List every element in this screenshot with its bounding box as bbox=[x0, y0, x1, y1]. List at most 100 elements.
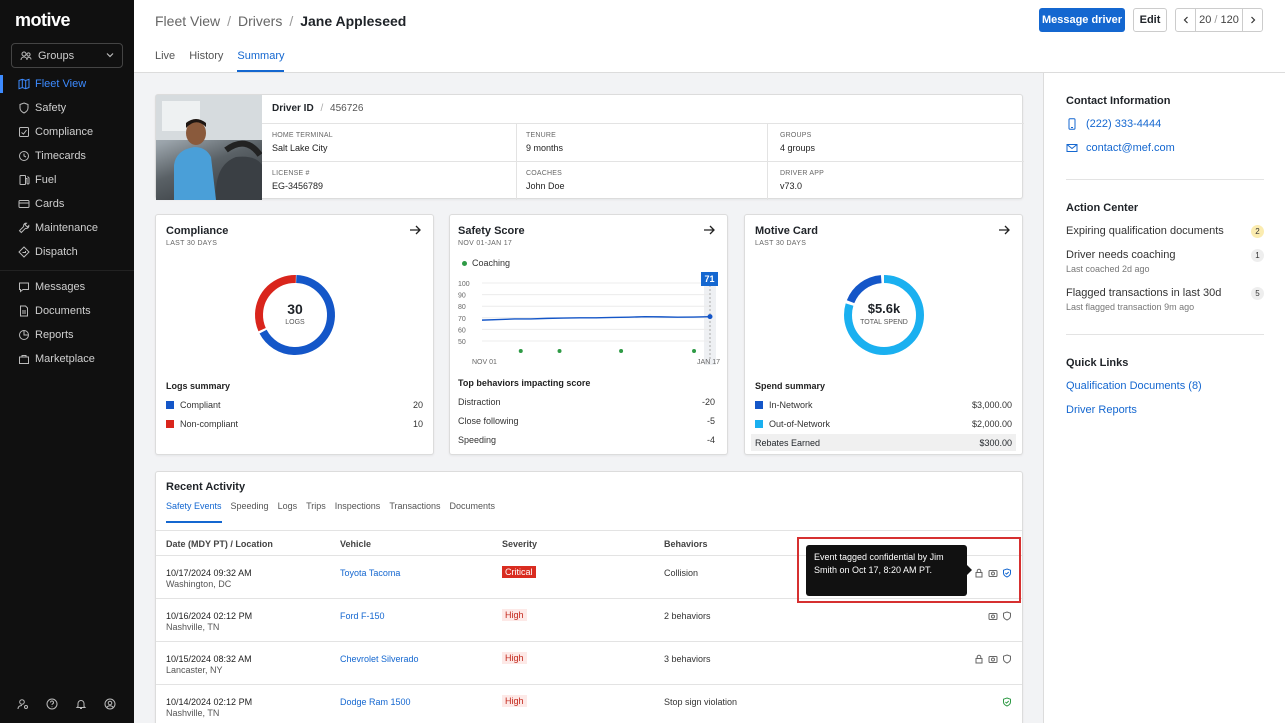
y-tick-label: 70 bbox=[458, 316, 466, 323]
breadcrumb-drivers[interactable]: Drivers bbox=[238, 13, 282, 29]
tab-history[interactable]: History bbox=[189, 50, 223, 72]
bell-icon[interactable] bbox=[75, 698, 87, 710]
y-tick-label: 60 bbox=[458, 327, 466, 334]
field-label: TENURE bbox=[526, 132, 556, 139]
edit-button[interactable]: Edit bbox=[1133, 8, 1167, 32]
action-subtitle: Last coached 2d ago bbox=[1066, 264, 1150, 274]
motive-logo[interactable]: motive bbox=[15, 10, 71, 31]
chevron-right-icon[interactable] bbox=[1242, 9, 1262, 31]
arrow-right-icon[interactable] bbox=[409, 224, 421, 239]
arrow-right-icon[interactable] bbox=[703, 224, 715, 239]
video-icon[interactable] bbox=[988, 653, 998, 667]
mail-icon bbox=[1066, 142, 1078, 154]
card-subtitle: NOV 01-JAN 17 bbox=[458, 240, 513, 247]
tab-inspections[interactable]: Inspections bbox=[335, 501, 381, 523]
sidebar-item-documents[interactable]: Documents bbox=[0, 299, 134, 323]
tab-summary[interactable]: Summary bbox=[237, 50, 285, 72]
behaviors-title: Top behaviors impacting score bbox=[458, 378, 591, 388]
event-date: 10/14/2024 02:12 PM bbox=[166, 697, 253, 707]
tab-logs[interactable]: Logs bbox=[278, 501, 298, 523]
sidebar-item-marketplace[interactable]: Marketplace bbox=[0, 347, 134, 371]
chevron-left-icon[interactable] bbox=[1176, 9, 1196, 31]
safety-score-card[interactable]: Safety Score NOV 01-JAN 17 Coaching 100 9… bbox=[449, 214, 728, 455]
action-center-title: Action Center bbox=[1066, 202, 1139, 214]
tab-live[interactable]: Live bbox=[155, 50, 175, 72]
sidebar-item-compliance[interactable]: Compliance bbox=[0, 120, 134, 144]
shield-icon[interactable] bbox=[1002, 653, 1012, 667]
card-title: Compliance bbox=[166, 225, 229, 237]
license-field: LICENSE # EG-3456789 bbox=[272, 170, 323, 191]
driver-reports-link[interactable]: Driver Reports bbox=[1066, 404, 1137, 416]
user-settings-icon[interactable] bbox=[17, 698, 29, 710]
action-title: Flagged transactions in last 30d bbox=[1066, 287, 1222, 299]
legend-value: $3,000.00 bbox=[971, 400, 1012, 410]
vehicle-link[interactable]: Toyota Tacoma bbox=[340, 568, 400, 578]
sidebar-item-reports[interactable]: Reports bbox=[0, 323, 134, 347]
shield-check-icon[interactable] bbox=[1002, 696, 1012, 710]
sidebar-item-cards[interactable]: Cards bbox=[0, 192, 134, 216]
coaching-marker bbox=[692, 349, 697, 353]
sidebar-item-timecards[interactable]: Timecards bbox=[0, 144, 134, 168]
donut-value: 30 bbox=[287, 301, 303, 317]
sidebar-item-label: Compliance bbox=[35, 126, 94, 138]
tab-trips[interactable]: Trips bbox=[306, 501, 326, 523]
behavior-row: Distraction -20 bbox=[458, 397, 715, 407]
sidebar-bottom-bar bbox=[17, 698, 116, 710]
action-item[interactable]: Expiring qualification documents 2 bbox=[1066, 225, 1264, 238]
card-subtitle: LAST 30 DAYS bbox=[166, 240, 218, 247]
action-item[interactable]: Flagged transactions in last 30d Last fla… bbox=[1066, 287, 1264, 312]
count-badge: 5 bbox=[1251, 287, 1264, 300]
arrow-right-icon[interactable] bbox=[998, 224, 1010, 239]
sidebar-item-safety[interactable]: Safety bbox=[0, 96, 134, 120]
event-location: Nashville, TN bbox=[166, 708, 220, 718]
severity-badge: High bbox=[502, 652, 527, 664]
action-item[interactable]: Driver needs coaching Last coached 2d ago… bbox=[1066, 249, 1264, 274]
legend-label: Out-of-Network bbox=[769, 419, 831, 429]
vehicle-link[interactable]: Dodge Ram 1500 bbox=[340, 697, 411, 707]
column-header-vehicle[interactable]: Vehicle bbox=[340, 539, 371, 549]
qualification-documents-link[interactable]: Qualification Documents (8) bbox=[1066, 380, 1202, 392]
sidebar-item-label: Maintenance bbox=[35, 222, 98, 234]
quick-links-title: Quick Links bbox=[1066, 357, 1129, 369]
contact-title: Contact Information bbox=[1066, 95, 1171, 107]
event-behaviors: Stop sign violation bbox=[664, 697, 738, 707]
lock-icon[interactable] bbox=[974, 653, 984, 667]
video-icon[interactable] bbox=[988, 610, 998, 624]
pager-value: 20 / 120 bbox=[1196, 14, 1242, 26]
groups-dropdown[interactable]: Groups bbox=[11, 43, 123, 68]
table-row[interactable]: 10/16/2024 02:12 PM Nashville, TN Ford F… bbox=[156, 598, 1022, 641]
behavior-row: Speeding -4 bbox=[458, 435, 715, 445]
phone-link[interactable]: (222) 333-4444 bbox=[1066, 118, 1161, 130]
sidebar-item-dispatch[interactable]: Dispatch bbox=[0, 240, 134, 264]
tab-transactions[interactable]: Transactions bbox=[389, 501, 440, 523]
motive-card-card[interactable]: Motive Card LAST 30 DAYS $5.6k TOTAL SPE… bbox=[744, 214, 1023, 455]
email-link[interactable]: contact@mef.com bbox=[1066, 142, 1175, 154]
legend-label: Compliant bbox=[180, 400, 221, 410]
vehicle-link[interactable]: Ford F-150 bbox=[340, 611, 385, 621]
tab-documents[interactable]: Documents bbox=[450, 501, 496, 523]
table-row[interactable]: 10/14/2024 02:12 PM Nashville, TN Dodge … bbox=[156, 684, 1022, 723]
vehicle-link[interactable]: Chevrolet Silverado bbox=[340, 654, 419, 664]
legend-value: 10 bbox=[412, 419, 423, 429]
table-row[interactable]: 10/15/2024 08:32 AM Lancaster, NY Chevro… bbox=[156, 641, 1022, 684]
column-header-date[interactable]: Date (MDY PT) / Location bbox=[166, 539, 273, 549]
compliance-card[interactable]: Compliance LAST 30 DAYS 30 LOGS Logs sum… bbox=[155, 214, 434, 455]
divider bbox=[1066, 334, 1264, 335]
tab-safety-events[interactable]: Safety Events bbox=[166, 501, 222, 523]
breadcrumb-fleet-view[interactable]: Fleet View bbox=[155, 13, 220, 29]
field-value: Salt Lake City bbox=[272, 143, 328, 153]
sidebar-item-fuel[interactable]: Fuel bbox=[0, 168, 134, 192]
tab-speeding[interactable]: Speeding bbox=[231, 501, 269, 523]
rebates-label: Rebates Earned bbox=[755, 437, 821, 448]
shield-icon[interactable] bbox=[1002, 610, 1012, 624]
sidebar-item-fleet-view[interactable]: Fleet View bbox=[0, 72, 134, 96]
sidebar-item-label: Fleet View bbox=[35, 78, 87, 90]
sidebar-item-maintenance[interactable]: Maintenance bbox=[0, 216, 134, 240]
sidebar-item-messages[interactable]: Messages bbox=[0, 275, 134, 299]
account-icon[interactable] bbox=[104, 698, 116, 710]
action-subtitle: Last flagged transaction 9m ago bbox=[1066, 302, 1195, 312]
column-header-behaviors[interactable]: Behaviors bbox=[664, 539, 708, 549]
help-icon[interactable] bbox=[46, 698, 58, 710]
column-header-severity[interactable]: Severity bbox=[502, 539, 537, 549]
message-driver-button[interactable]: Message driver bbox=[1039, 8, 1125, 32]
